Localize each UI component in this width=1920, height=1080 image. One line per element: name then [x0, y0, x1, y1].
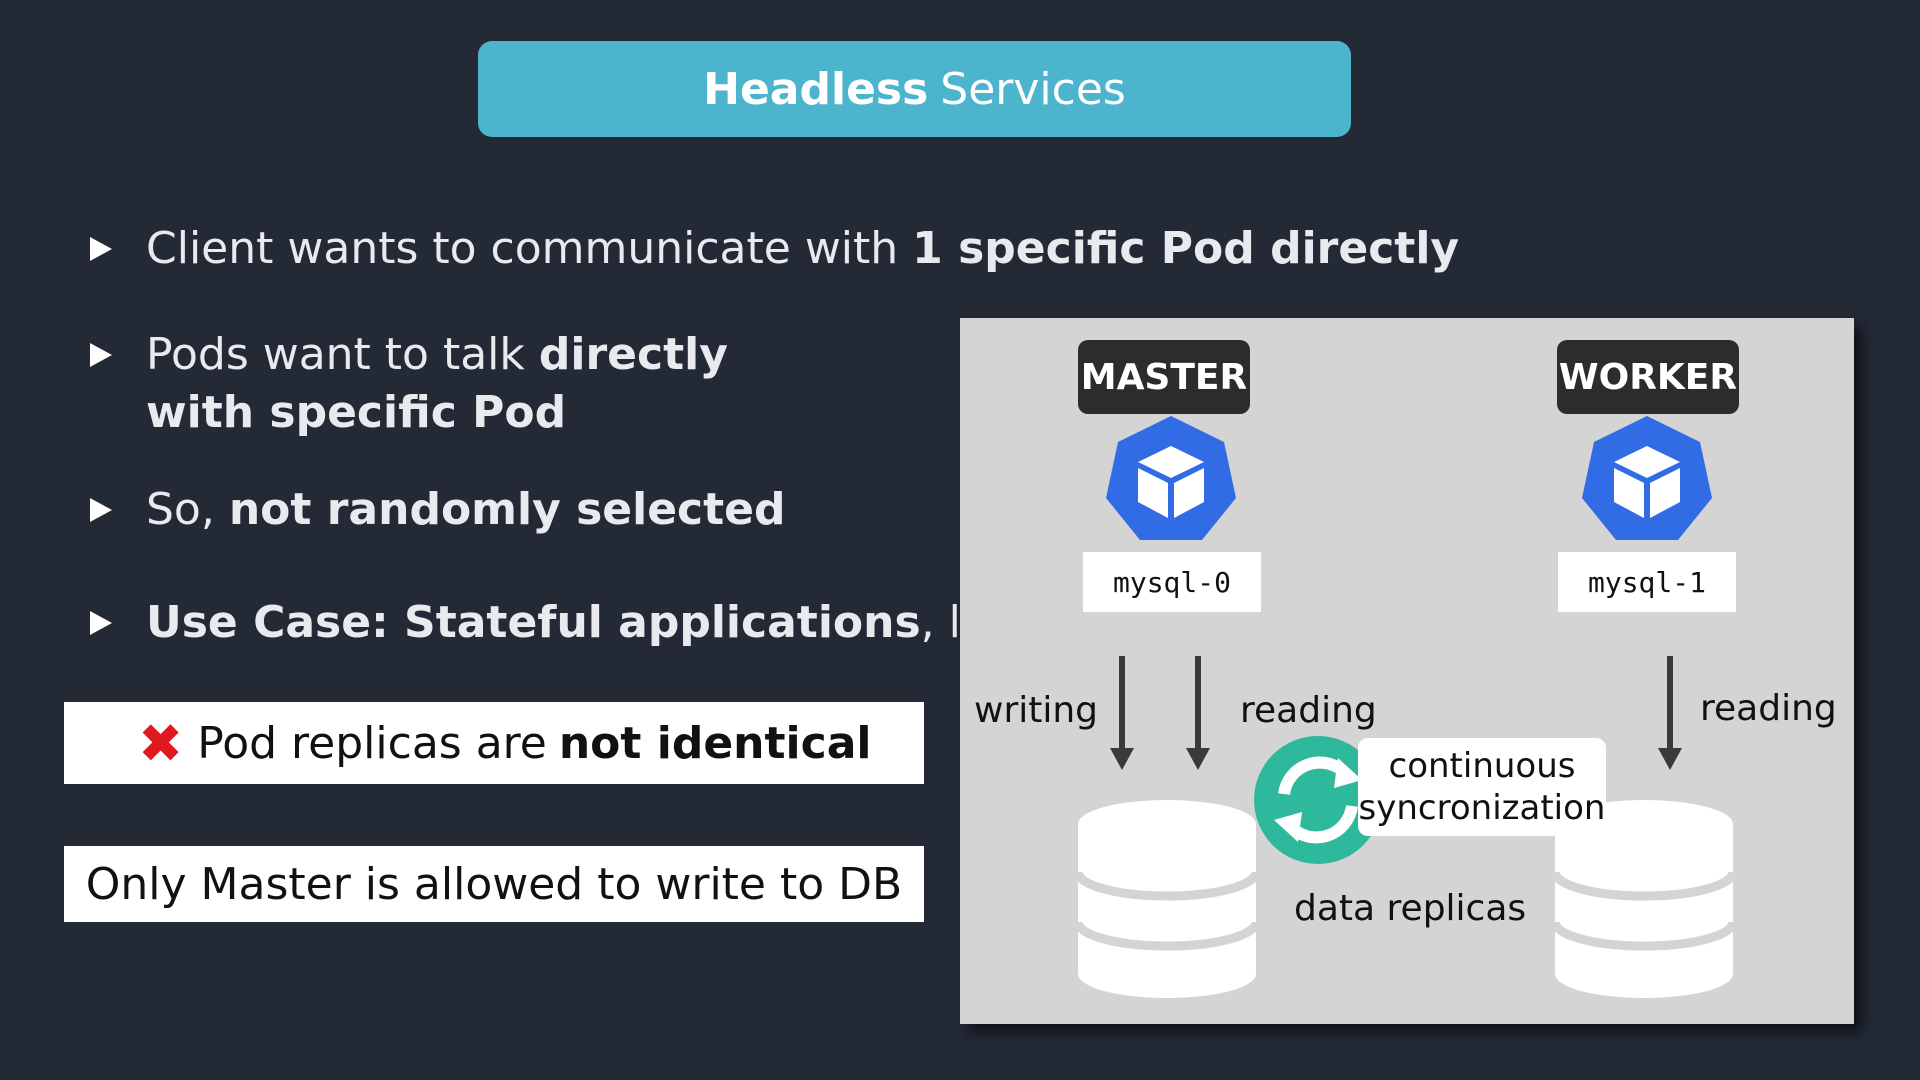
- master-reading-arrow-icon: [1186, 656, 1210, 770]
- slide-title: Headless Services: [478, 41, 1351, 137]
- bullet-3: So, not randomly selected: [90, 481, 786, 539]
- worker-reading-arrow-icon: [1658, 656, 1682, 770]
- master-pod-name: mysql-0: [1083, 552, 1261, 612]
- bullet-1-text: Client wants to communicate with 1 speci…: [146, 223, 1460, 274]
- master-pod-icon: [1106, 416, 1236, 540]
- master-role-label: MASTER: [1078, 340, 1250, 414]
- bullet-triangle-icon: [90, 237, 112, 261]
- callout-master-only: Only Master is allowed to write to DB: [64, 846, 924, 922]
- bullet-3-text: So, not randomly selected: [146, 484, 786, 535]
- bullet-2-text-line2: with specific Pod: [146, 387, 567, 438]
- title-bold: Headless: [703, 63, 929, 115]
- worker-role-label: WORKER: [1557, 340, 1739, 414]
- callout-master-only-text: Only Master is allowed to write to DB: [85, 858, 903, 910]
- worker-pod-name: mysql-1: [1558, 552, 1736, 612]
- bullet-triangle-icon: [90, 611, 112, 635]
- writing-label: writing: [974, 690, 1099, 731]
- cross-icon: ✖: [138, 711, 184, 775]
- master-database-icon: [1073, 800, 1261, 998]
- writing-arrow-icon: [1110, 656, 1134, 770]
- sync-label-line1: continuous: [1388, 746, 1576, 786]
- bullet-triangle-icon: [90, 343, 112, 367]
- callout-not-identical-bold: not identical: [558, 717, 872, 769]
- worker-reading-label: reading: [1700, 688, 1837, 729]
- bullet-2: Pods want to talk directly with specific…: [90, 326, 728, 442]
- worker-pod-icon: [1582, 416, 1712, 540]
- sync-label-line2: syncronization: [1358, 788, 1606, 828]
- bullet-1: Client wants to communicate with 1 speci…: [90, 220, 1459, 278]
- bullet-4-text: Use Case: Stateful applications, like: [146, 597, 1024, 648]
- bullet-4: Use Case: Stateful applications, like: [90, 594, 1024, 652]
- title-rest: Services: [940, 63, 1126, 115]
- bullet-2-text: Pods want to talk directly: [146, 329, 728, 380]
- callout-not-identical: ✖ Pod replicas are not identical: [64, 702, 924, 784]
- data-replicas-label: data replicas: [1294, 888, 1527, 929]
- bullet-triangle-icon: [90, 498, 112, 522]
- statefulset-diagram: MASTER WORKER mysql-0 mysql-1 writing re…: [960, 318, 1854, 1024]
- sync-label-box: continuous syncronization: [1358, 738, 1606, 836]
- callout-not-identical-text: Pod replicas are: [197, 717, 547, 769]
- master-reading-label: reading: [1240, 690, 1377, 731]
